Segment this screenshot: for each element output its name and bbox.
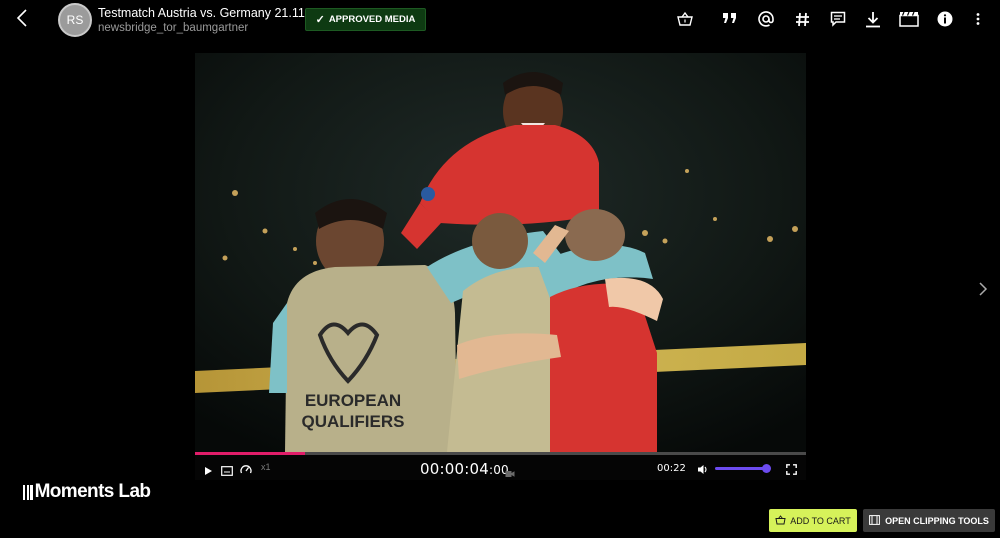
avatar-initials: RS xyxy=(66,13,84,27)
svg-text:EUROPEAN: EUROPEAN xyxy=(305,391,401,410)
current-timecode: 00:00:04:00 xyxy=(420,460,509,478)
media-preview[interactable]: EUROPEAN QUALIFIERS xyxy=(195,53,806,452)
more-vertical-icon[interactable] xyxy=(967,8,989,30)
next-media-icon[interactable] xyxy=(976,280,990,298)
photo: EUROPEAN QUALIFIERS xyxy=(195,53,806,452)
svg-text:QUALIFIERS: QUALIFIERS xyxy=(302,412,405,431)
media-title: Testmatch Austria vs. Germany 21.11.23 xyxy=(98,6,323,20)
media-owner: newsbridge_tor_baumgartner xyxy=(98,22,249,34)
mention-icon[interactable] xyxy=(755,8,777,30)
timecode-main: 00:00:04 xyxy=(420,460,489,478)
info-icon[interactable] xyxy=(934,8,956,30)
duration: 00:22 xyxy=(657,463,686,474)
comment-icon[interactable] xyxy=(827,8,849,30)
download-icon[interactable] xyxy=(862,8,884,30)
basket-icon xyxy=(775,514,786,527)
add-to-cart-label: ADD TO CART xyxy=(790,515,851,526)
volume-icon[interactable] xyxy=(697,462,709,480)
brand-name: Moments Lab xyxy=(34,481,151,502)
brand-logo: Moments Lab xyxy=(23,481,151,503)
add-to-cart-button[interactable]: ADD TO CART xyxy=(769,509,857,532)
hashtag-icon[interactable] xyxy=(791,8,813,30)
logo-mark xyxy=(23,484,33,500)
volume-slider[interactable] xyxy=(715,467,767,470)
play-icon[interactable] xyxy=(204,463,213,481)
fullscreen-icon[interactable] xyxy=(786,462,797,480)
quote-icon[interactable] xyxy=(719,8,741,30)
subtitles-icon[interactable] xyxy=(221,463,233,481)
status-badge-label: APPROVED MEDIA xyxy=(328,14,416,25)
volume-handle[interactable] xyxy=(762,464,771,473)
clapperboard-icon[interactable] xyxy=(898,8,920,30)
basket-icon[interactable] xyxy=(674,8,696,30)
film-icon xyxy=(869,514,880,527)
status-badge: ✓ APPROVED MEDIA xyxy=(305,8,426,31)
open-clipping-tools-label: OPEN CLIPPING TOOLS xyxy=(885,515,989,526)
avatar[interactable]: RS xyxy=(58,3,92,37)
playback-speed[interactable]: x1 xyxy=(261,462,271,472)
player-controls: x1 00:00:04:00 00:22 xyxy=(195,455,806,480)
open-clipping-tools-button[interactable]: OPEN CLIPPING TOOLS xyxy=(863,509,995,532)
back-icon[interactable] xyxy=(12,6,34,30)
top-bar: RS Testmatch Austria vs. Germany 21.11.2… xyxy=(0,0,1000,40)
camera-icon[interactable] xyxy=(505,465,515,483)
check-icon: ✓ xyxy=(315,14,325,26)
speed-gauge-icon[interactable] xyxy=(240,462,252,480)
